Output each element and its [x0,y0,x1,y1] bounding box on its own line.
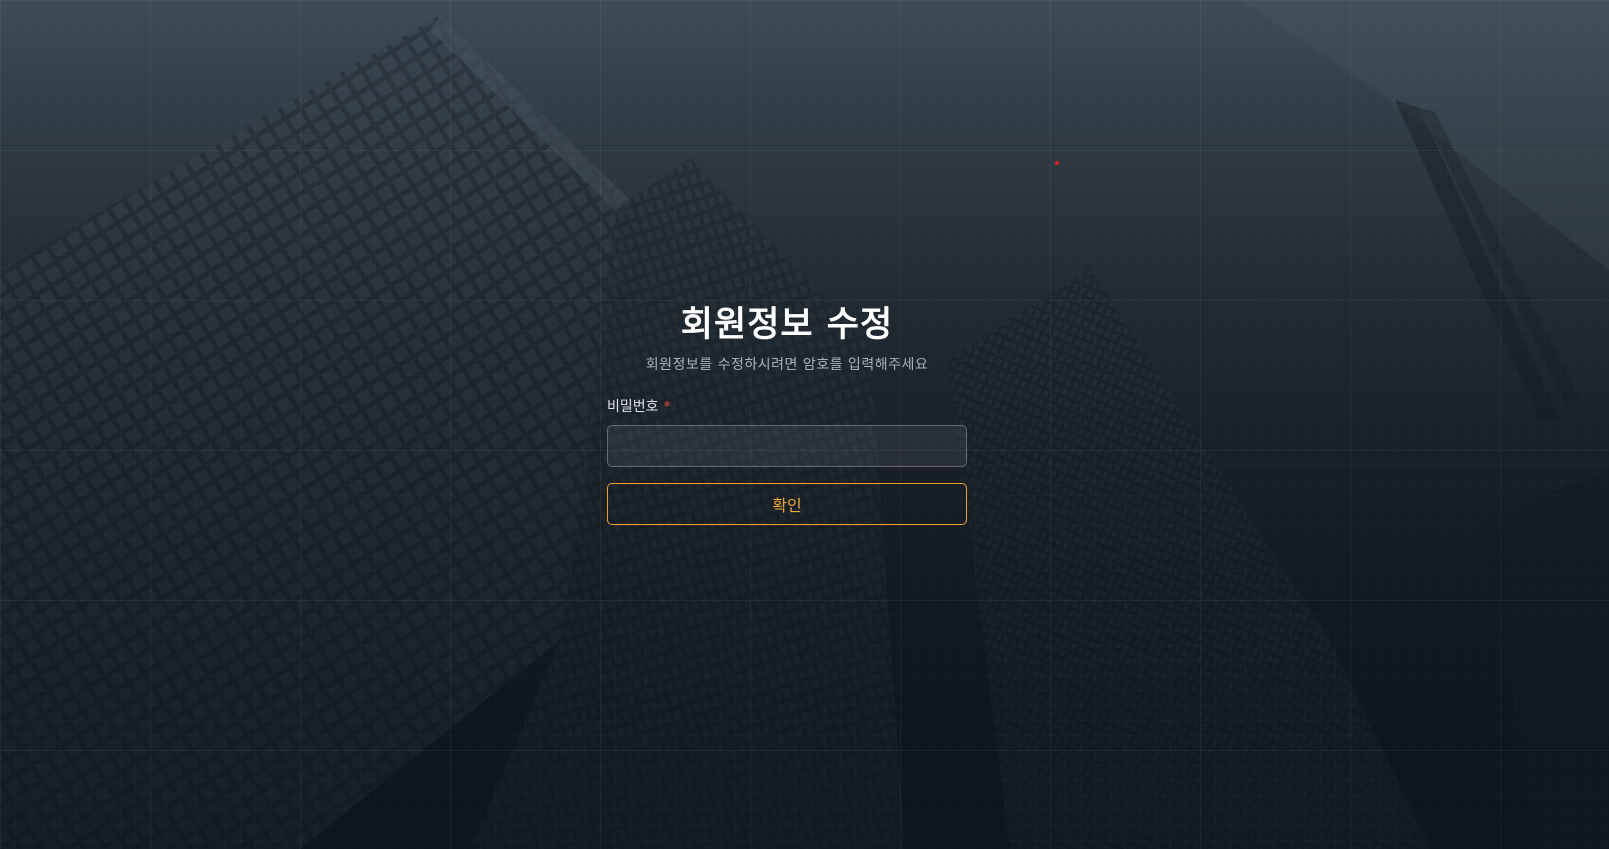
password-input[interactable] [607,425,967,467]
confirm-button[interactable]: 확인 [607,483,967,525]
red-dot-marker [1055,161,1059,165]
page-background: 회원정보 수정 회원정보를 수정하시려면 암호를 입력해주세요 비밀번호 * 확인 [0,0,1609,849]
password-label-row: 비밀번호 * [607,397,967,417]
password-label: 비밀번호 [607,399,659,415]
edit-profile-panel: 회원정보 수정 회원정보를 수정하시려면 암호를 입력해주세요 비밀번호 * 확인 [607,300,967,525]
required-marker: * [663,399,671,415]
page-subtitle: 회원정보를 수정하시려면 암호를 입력해주세요 [645,357,929,373]
page-title: 회원정보 수정 [680,305,894,345]
